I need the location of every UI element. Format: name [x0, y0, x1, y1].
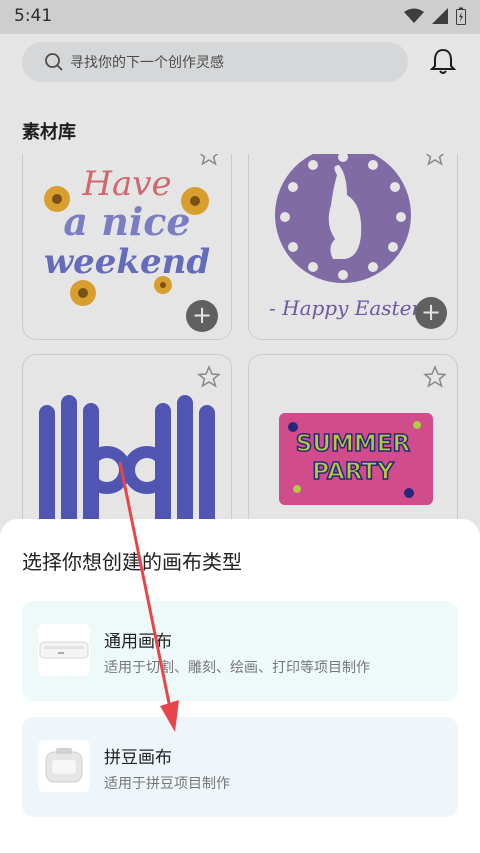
option-name: 拼豆画布: [104, 748, 172, 768]
option-bead-canvas[interactable]: 拼豆画布 适用于拼豆项目制作: [22, 717, 458, 817]
bead-machine-thumbnail: [38, 740, 90, 792]
cutting-machine-thumbnail: [38, 624, 90, 676]
sheet-title: 选择你想创建的画布类型: [22, 550, 242, 574]
option-description: 适用于拼豆项目制作: [104, 776, 230, 792]
bead-machine-image: [45, 748, 83, 783]
option-description: 适用于切割、雕刻、绘画、打印等项目制作: [104, 660, 370, 676]
canvas-type-sheet: 选择你想创建的画布类型 通用画布 适用于切割、雕刻、绘画、打印等项目制作 拼豆画…: [0, 519, 480, 853]
cutting-machine-image: [39, 641, 89, 659]
option-general-canvas[interactable]: 通用画布 适用于切割、雕刻、绘画、打印等项目制作: [22, 601, 458, 701]
option-name: 通用画布: [104, 632, 172, 652]
